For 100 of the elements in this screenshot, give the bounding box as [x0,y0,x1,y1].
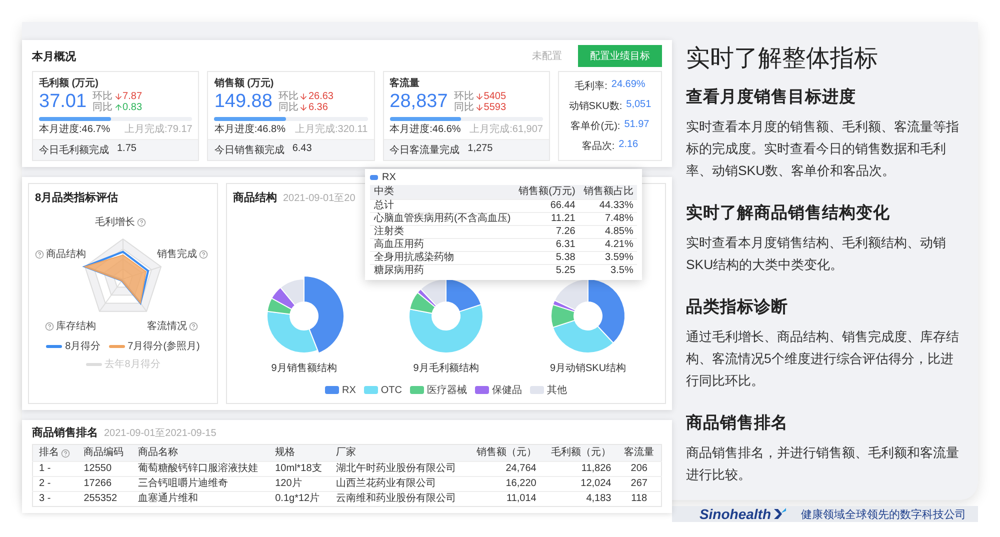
table-cell: 山西兰花药业有限公司 [330,476,468,492]
table-cell: 3 - [32,492,78,506]
table-cell: 206 [617,462,662,476]
metric-title: 毛利额 (万元) [39,76,100,90]
column-header: 商品名称 [132,444,270,462]
column-header: 中类 [370,185,515,200]
table-cell: 24,764 [467,462,542,476]
today-value: 1,275 [468,143,493,156]
today-value: 6.43 [292,143,312,156]
panel-title: 商品销售排名 [32,426,98,440]
legend-item[interactable]: RX [324,384,356,396]
section-heading: 实时了解商品销售结构变化 [686,202,891,224]
axis-label: 毛利增长 [95,216,135,229]
metric-value: 28,837 [390,91,448,113]
change-label: 环比 [92,91,113,102]
change-value: 6.36 [308,102,328,113]
table-cell: 66.44 [514,200,580,212]
help-icon[interactable] [45,322,54,330]
table-cell: 心脑血管疾病用药(不含高血压) [370,212,515,226]
metric-title: 销售额 (万元) [214,76,275,90]
legend-item[interactable]: OTC [364,384,402,396]
series-swatch-icon [370,175,378,180]
change-label: 环比 [278,91,298,102]
ratio-label: 动销SKU数: [568,100,622,113]
table-cell: 葡萄糖酸钙锌口服溶液扶娃 [132,462,270,476]
last-month-text: 上月完成:320.11 [295,122,368,136]
column-header: 厂家 [330,444,468,462]
help-icon[interactable] [189,322,198,330]
table-cell: 12,024 [542,476,618,492]
today-value: 1.75 [117,143,136,156]
table-cell: 2 - [32,476,78,492]
change-value: 26.63 [308,91,334,102]
metric-value: 149.88 [214,91,272,113]
date-range: 2021-09-01至2021-09-15 [104,426,216,440]
change-label: 同比 [92,102,113,113]
table-cell: 6.31 [514,238,580,252]
panel-title: 本月概况 [32,50,76,64]
section-heading: 商品销售排名 [686,412,789,434]
table-cell: 11,014 [467,492,542,506]
legend-item[interactable]: 7月得分(参照月) [108,339,200,353]
change-value: 5405 [484,91,506,102]
column-header: 客流量 [617,444,662,462]
legend-item[interactable]: 其他 [530,383,567,397]
last-month-text: 上月完成:79.17 [124,122,192,136]
column-header: 规格 [269,444,330,462]
table-cell: 注射类 [370,226,515,238]
table-cell: 高血压用药 [370,238,515,252]
ratio-value: 5,051 [626,99,652,112]
axis-label: 销售完成 [157,248,197,261]
column-header: 毛利额（元） [542,444,618,462]
brand-mark-icon [773,507,787,521]
help-icon[interactable] [199,250,208,258]
column-header: 销售额(万元) [514,185,580,200]
table-cell: 255352 [78,492,132,506]
change-value: 0.83 [122,102,142,113]
section-text: 商品销售排名，并进行销售额、毛利额和客流量进行比较。 [686,444,960,484]
table-cell: 16,220 [467,476,542,492]
legend-item[interactable]: 医疗器械 [410,383,467,397]
legend-item[interactable]: 保健品 [475,383,522,397]
tooltip-series: RX [382,172,396,183]
axis-label: 库存结构 [56,320,96,333]
column-header: 排名 [39,447,59,459]
section-text: 实时查看本月度销售结构、毛利额结构、动销SKU结构的大类中类变化。 [686,234,947,274]
today-label: 今日毛利额完成 [39,144,109,157]
ratio-value: 24.69% [611,79,646,92]
table-cell: 5.25 [514,264,580,277]
metric-title: 客流量 [390,76,421,90]
table-cell: 7.48% [579,212,638,226]
ratio-label: 客单价(元): [570,120,620,133]
change-value: 7.87 [122,91,142,102]
change-label: 同比 [278,102,298,113]
table-cell: 10ml*18支 [269,462,330,476]
axis-label: 客流情况 [147,320,187,333]
table-cell: 3.5% [579,264,638,277]
section-heading: 品类指标诊断 [686,297,789,318]
card-title: 8月品类指标评估 [35,190,120,205]
table-cell: 267 [617,476,662,492]
brand-name: Sinohealth [699,506,771,522]
chart-caption: 9月毛利额结构 [413,362,479,375]
table-cell: 120片 [269,476,330,492]
help-icon[interactable] [137,218,146,226]
legend-item[interactable]: 8月得分 [46,339,101,353]
table-cell: 4.85% [579,226,638,238]
metric-value: 37.01 [39,91,87,113]
ratio-value: 2.16 [618,139,638,152]
status-text: 未配置 [532,50,562,63]
today-label: 今日客流量完成 [390,144,460,157]
help-icon[interactable] [61,448,70,458]
table-cell: 44.33% [579,200,638,212]
ratio-value: 51.97 [624,119,650,132]
table-cell: 5.38 [514,252,580,264]
date-range: 2021-09-01至20 [283,192,356,204]
chart-caption: 9月动销SKU结构 [550,362,626,375]
headline: 实时了解整体指标 [686,44,879,74]
progress-text: 本月进度:46.8% [214,122,286,136]
help-icon[interactable] [35,250,44,258]
table-cell: 血塞通片维和 [132,492,270,506]
column-header: 商品编码 [78,444,132,462]
table-cell: 118 [617,492,662,506]
ratio-label: 毛利率: [574,80,608,93]
